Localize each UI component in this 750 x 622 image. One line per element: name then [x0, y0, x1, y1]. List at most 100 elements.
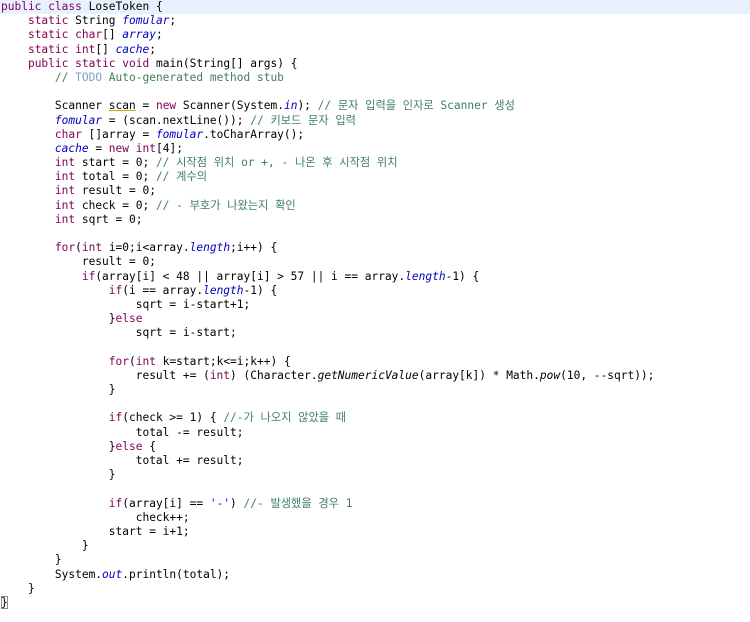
code-line[interactable]: }	[1, 383, 654, 397]
code-line[interactable]: result = 0;	[1, 255, 654, 269]
code-token: length	[189, 241, 231, 255]
code-line[interactable]: }	[1, 468, 654, 482]
code-line[interactable]: sqrt = i-start;	[1, 326, 654, 340]
code-token: (	[75, 241, 82, 255]
code-line[interactable]: System.out.println(total);	[1, 568, 654, 582]
code-token: Scanner(System.	[176, 99, 284, 113]
code-token: );	[297, 99, 318, 113]
code-token: int	[75, 42, 96, 56]
code-line[interactable]: }	[1, 595, 654, 610]
code-line[interactable]: total -= result;	[1, 426, 654, 440]
code-line[interactable]: int result = 0;	[1, 184, 654, 198]
code-line[interactable]: public class LoseToken {	[1, 0, 654, 14]
code-line[interactable]: }	[1, 553, 654, 567]
code-line[interactable]: total += result;	[1, 454, 654, 468]
code-token: k=start;k<=i;k++) {	[155, 354, 291, 368]
code-token: i=0;i<array.	[102, 241, 190, 255]
code-line[interactable]: ​	[1, 482, 654, 496]
code-line[interactable]: }	[1, 539, 654, 553]
code-token: array	[122, 28, 156, 42]
code-token: }	[108, 312, 116, 326]
code-token: length	[203, 283, 244, 297]
code-line[interactable]: ​	[1, 85, 654, 99]
code-line[interactable]: ​	[1, 397, 654, 411]
code-editor[interactable]: public class LoseToken { static String f…	[0, 0, 750, 622]
code-token: sqrt = 0;	[75, 212, 143, 226]
code-token: int	[54, 198, 76, 212]
code-token: '-'	[209, 496, 231, 510]
code-token: .println(total);	[122, 567, 231, 581]
code-line[interactable]: char []array = fomular.toCharArray();	[1, 128, 654, 142]
code-line[interactable]: fomular = (scan.nextLine()); // 키보드 문자 입…	[1, 114, 654, 128]
code-token: public	[1, 0, 42, 13]
code-line[interactable]: if(i == array.length-1) {	[1, 284, 654, 298]
code-token: System.	[54, 567, 103, 581]
code-line[interactable]: if(array[i] < 48 || array[i] > 57 || i =…	[1, 270, 654, 284]
code-token: ;	[155, 28, 163, 42]
code-line[interactable]: int check = 0; // - 부호가 나왔는지 확인	[1, 199, 654, 213]
code-line[interactable]: ​	[1, 341, 654, 355]
code-token: start = 0;	[75, 156, 156, 170]
code-line[interactable]: check++;	[1, 511, 654, 525]
code-token: (array[i] < 48 || array[i] > 57 || i == …	[95, 269, 406, 283]
code-line[interactable]: static char[] array;	[1, 28, 654, 42]
code-line[interactable]: int total = 0; // 계수의	[1, 170, 654, 184]
code-text[interactable]: public class LoseToken { static String f…	[1, 0, 654, 610]
code-token: main(String[] args) {	[149, 56, 298, 70]
code-line[interactable]: start = i+1;	[1, 525, 654, 539]
code-line[interactable]: // TODO Auto-generated method stub	[1, 71, 654, 85]
code-token: check++;	[135, 510, 190, 524]
code-line[interactable]: Scanner scan = new Scanner(System.in); /…	[1, 99, 654, 113]
code-line[interactable]: int sqrt = 0;	[1, 213, 654, 227]
code-token: start = i+1;	[108, 524, 190, 538]
code-token: int	[135, 141, 156, 155]
code-line[interactable]: public static void main(String[] args) {	[1, 57, 654, 71]
code-token: new	[108, 141, 130, 155]
code-line[interactable]: if(array[i] == '-') //- 발생했을 경우 1	[1, 497, 654, 511]
code-token: if	[108, 283, 123, 297]
code-line[interactable]: sqrt = i-start+1;	[1, 298, 654, 312]
code-token: }	[108, 439, 116, 453]
code-line[interactable]: result += (int) (Character.getNumericVal…	[1, 369, 655, 383]
code-token: }	[54, 553, 62, 567]
code-token: [4];	[155, 141, 183, 155]
code-token: cache	[54, 141, 89, 155]
code-token: //- 발생했을 경우 1	[243, 496, 353, 510]
code-line[interactable]: if(check >= 1) { //-가 나오지 않았을 때	[1, 411, 654, 425]
code-line[interactable]: for(int i=0;i<array.length;i++) {	[1, 241, 654, 255]
code-token: // 시작점 위치 or +, - 나온 후 시작점 위치	[155, 156, 398, 170]
code-line[interactable]: }else	[1, 312, 654, 326]
code-line[interactable]: static int[] cache;	[1, 43, 654, 57]
code-token: (check >= 1) {	[122, 411, 224, 425]
code-token: for	[54, 241, 76, 255]
code-line[interactable]: cache = new int[4];	[1, 142, 654, 156]
code-token: int	[54, 170, 76, 184]
code-line[interactable]: static String fomular;	[1, 14, 654, 28]
code-line[interactable]: ​	[1, 227, 654, 241]
code-line[interactable]: for(int k=start;k<=i;k++) {	[1, 355, 654, 369]
code-token: static	[27, 28, 69, 42]
code-line[interactable]: }else {	[1, 440, 654, 454]
code-line[interactable]: }	[1, 582, 654, 596]
code-token: ;	[149, 42, 156, 56]
code-line[interactable]: int start = 0; // 시작점 위치 or +, - 나온 후 시작…	[1, 156, 654, 170]
code-token: = (scan.nextLine());	[102, 113, 251, 127]
code-token: else	[115, 439, 143, 453]
code-token: ;i++) {	[230, 241, 278, 255]
